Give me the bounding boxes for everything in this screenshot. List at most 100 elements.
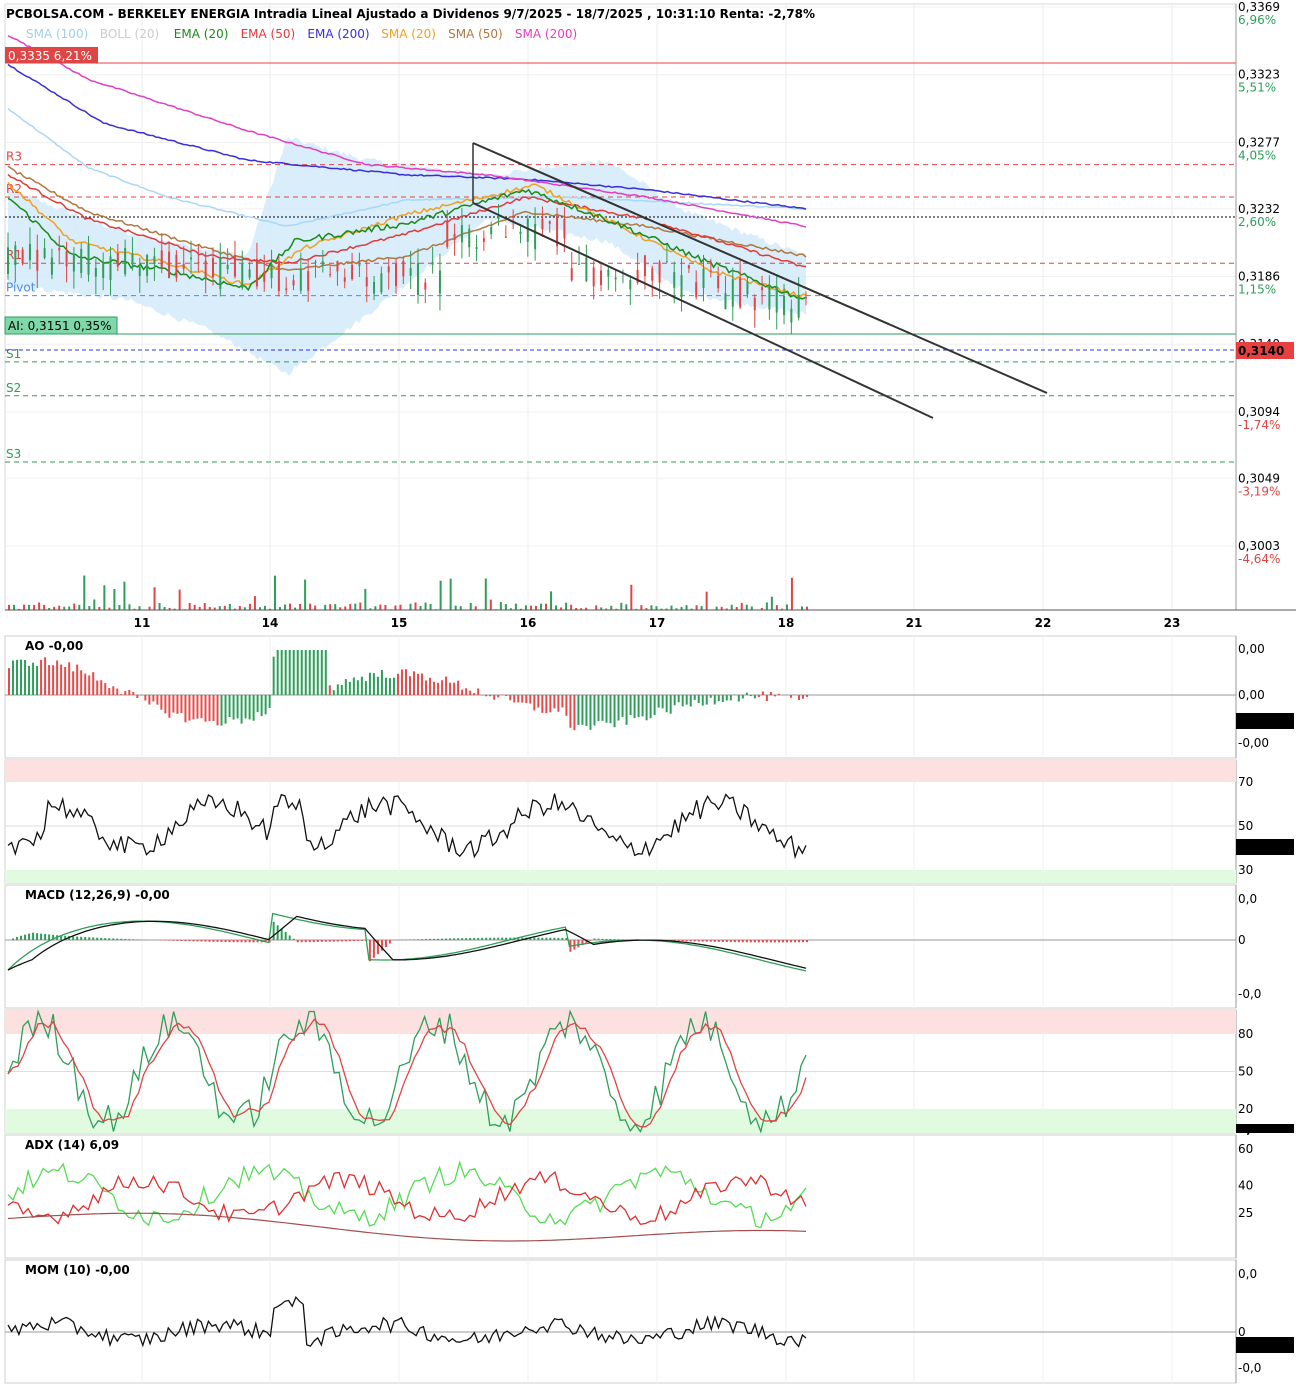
ao-bar (609, 695, 612, 724)
candle-body (387, 266, 390, 273)
adx-title: ADX (14) 6,09 (25, 1138, 119, 1152)
volume-bar (610, 605, 613, 610)
macd-hist-bar (501, 937, 504, 940)
candle-body (277, 262, 280, 292)
candle-body (643, 255, 646, 277)
ao-bar (749, 695, 752, 697)
volume-bar (745, 604, 748, 610)
candle-body (14, 245, 17, 266)
price-tick-7: 0,3049 (1238, 471, 1280, 485)
candle-body (563, 218, 566, 239)
macd-hist-bar (316, 940, 319, 942)
candle-body (731, 279, 734, 307)
macd-hist-bar (204, 940, 207, 942)
ao-bar (28, 665, 31, 695)
candle-body (263, 271, 266, 282)
ao-title: AO -0,00 (25, 639, 83, 653)
volume-bar (775, 605, 778, 610)
ao-bar (553, 695, 556, 709)
ao-bar (328, 685, 331, 695)
macd-hist-bar (224, 940, 227, 943)
macd-hist-bar (497, 937, 500, 940)
volume-bar (670, 605, 673, 610)
level-label-s2: S2 (6, 381, 21, 395)
macd-hist-bar (36, 933, 39, 940)
x-tick-23: 23 (1164, 616, 1181, 630)
volume-bar (88, 606, 91, 610)
ao-bar (128, 689, 131, 695)
candle-body (365, 277, 368, 287)
x-tick-18: 18 (778, 616, 795, 630)
candle-body (321, 261, 324, 265)
level-label-pivot: Pivot (6, 281, 36, 295)
x-tick-14: 14 (262, 616, 279, 630)
macd-hist-bar (457, 938, 460, 940)
ao-bar (585, 695, 588, 727)
ao-bar (244, 695, 247, 719)
macd-hist-bar (296, 940, 299, 943)
volume-bar (740, 602, 743, 610)
macd-hist-bar (713, 940, 716, 942)
ao-bar (665, 695, 668, 713)
ao-bar (485, 695, 488, 697)
candle-body (438, 270, 441, 294)
macd-hist-bar (340, 940, 343, 942)
ao-bar (729, 695, 732, 701)
ao-bar (529, 695, 532, 704)
candle-body (468, 228, 471, 248)
mom-tick-top: 0,0 (1238, 1267, 1257, 1281)
candle-body (72, 253, 75, 272)
macd-hist-bar (328, 940, 331, 942)
legend-item-sma-20-: SMA (20) (381, 27, 436, 41)
macd-hist-bar (437, 938, 440, 940)
volume-bar (800, 606, 803, 610)
ao-bar (469, 690, 472, 695)
candle-body (460, 224, 463, 243)
ao-bar (593, 695, 596, 726)
macd-hist-bar (236, 940, 239, 943)
volume-bar (193, 604, 196, 610)
candle-body (424, 282, 427, 290)
ao-bar (689, 695, 692, 707)
ao-bar (180, 695, 183, 714)
macd-hist-bar (745, 940, 748, 943)
macd-hist-bar (469, 938, 472, 940)
ao-bar (797, 695, 800, 700)
macd-hist-bar (561, 937, 564, 940)
candle-body (131, 253, 134, 265)
rsi-tick-30: 30 (1238, 863, 1253, 877)
ao-bar (465, 688, 468, 695)
volume-bar (469, 602, 472, 610)
ao-bar (461, 689, 464, 695)
candle-body (87, 244, 90, 275)
candle-body (270, 263, 273, 279)
x-tick-17: 17 (649, 616, 666, 630)
volume-bar (419, 606, 422, 610)
candle-body (592, 267, 595, 287)
candle-body (307, 271, 310, 291)
candle-body (797, 294, 800, 318)
candle-body (409, 268, 412, 276)
macd-hist-bar (32, 932, 35, 940)
ao-last-label: -0,003 (1240, 715, 1283, 729)
volume-bar (188, 602, 191, 610)
volume-bar (655, 606, 658, 610)
candle-body (336, 261, 339, 272)
ao-bar (577, 695, 580, 725)
volume-bar (550, 591, 553, 610)
ao-bar (557, 695, 560, 712)
volume-bar (138, 606, 141, 610)
candle-body (746, 281, 749, 295)
macd-hist-bar (220, 940, 223, 942)
volume-bar (806, 606, 808, 610)
last-price-label: 0,3140 (1238, 344, 1284, 358)
macd-hist-bar (757, 940, 760, 943)
macd-hist-bar (789, 940, 792, 943)
ao-bar (40, 659, 43, 695)
price-pct-8: -4,64% (1238, 552, 1280, 566)
candle-body (475, 247, 478, 250)
ao-bar (581, 695, 584, 725)
macd-hist-bar (577, 940, 580, 948)
ao-bar (421, 673, 424, 695)
ao-bar (693, 695, 696, 700)
